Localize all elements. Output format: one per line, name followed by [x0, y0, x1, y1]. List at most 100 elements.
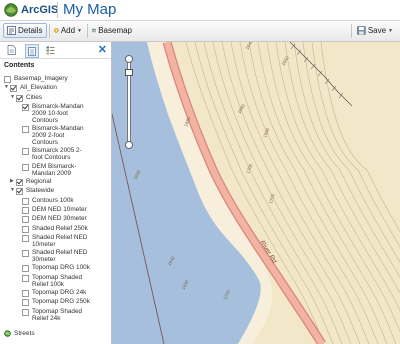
layer-label: Topomap Shaded Relief 100k [32, 273, 83, 288]
layer-checkbox[interactable] [16, 94, 23, 102]
layer-label: Shaded Relief 250k [32, 224, 88, 232]
chevron-down-icon: ▼ [388, 27, 393, 34]
layer-checkbox[interactable] [22, 163, 29, 171]
tab-contents[interactable] [25, 44, 39, 58]
layer-item[interactable]: ▼ Statewide [0, 187, 114, 196]
map-title: My Map [63, 1, 117, 18]
toolbar-divider [49, 24, 50, 38]
close-icon[interactable]: ✕ [98, 43, 107, 56]
layer-checkbox[interactable] [22, 265, 29, 273]
save-button[interactable]: Save ▼ [354, 23, 396, 38]
layer-checkbox[interactable] [22, 206, 29, 214]
tab-about[interactable] [5, 44, 17, 56]
layer-item[interactable]: Topomap DRG 100k [0, 264, 126, 273]
layer-label: Shaded Relief NED 30meter [32, 249, 88, 264]
toolbar-divider [351, 24, 352, 38]
layer-checkbox[interactable] [22, 234, 29, 242]
details-label: Details [18, 26, 43, 35]
header-divider [57, 2, 58, 18]
layer-item[interactable]: Bismarck 2005 2-foot Contours [0, 147, 126, 161]
layer-label: Cities [26, 93, 42, 101]
map-canvas[interactable]: River Rd 1640165016601670168016901700170… [112, 42, 400, 344]
layer-item[interactable]: DEM NED 10meter [0, 206, 126, 214]
layer-checkbox[interactable] [22, 308, 29, 316]
layer-label: Statewide [26, 187, 55, 195]
layer-label: Shaded Relief NED 10meter [32, 233, 88, 248]
arcgis-logo-icon [4, 3, 18, 17]
layer-item[interactable]: Shaded Relief NED 10meter [0, 234, 126, 248]
layer-item[interactable]: ▼ All_Elevation [0, 84, 108, 93]
expand-right-icon[interactable]: ▶ [10, 178, 15, 185]
layer-checkbox[interactable] [22, 103, 29, 111]
app-header: ArcGIS My Map [0, 0, 400, 21]
expand-down-icon[interactable]: ▼ [10, 187, 15, 194]
layer-item[interactable]: Topomap DRG 250k [0, 298, 126, 307]
layer-item[interactable]: Shaded Relief 250k [0, 225, 126, 233]
layer-item[interactable]: DEM NED 30meter [0, 215, 126, 224]
zoom-slider-handle[interactable] [125, 69, 133, 76]
add-button[interactable]: Add ▼ [51, 23, 85, 38]
details-button[interactable]: Details [3, 23, 47, 38]
layer-checkbox[interactable] [16, 188, 23, 196]
basemap-grid-icon [92, 28, 96, 33]
layer-checkbox[interactable] [22, 216, 29, 224]
layer-label: Bismarck 2005 2-foot Contours [32, 147, 82, 162]
layer-label: Bismarck-Mandan 2009 10-foot Contours [32, 102, 84, 124]
layer-label: DEM NED 30meter [32, 215, 87, 223]
basemap-entry[interactable]: Streets [4, 330, 35, 337]
document-icon [7, 45, 16, 55]
details-icon [7, 26, 16, 35]
layer-label: Topomap Shaded Relief 24k [32, 307, 83, 322]
brand-label: ArcGIS [21, 4, 59, 16]
layer-checkbox[interactable] [4, 76, 11, 83]
add-label: Add [60, 26, 76, 35]
layer-checkbox[interactable] [10, 85, 17, 93]
layer-label: Contours 100k [32, 196, 74, 204]
layer-label: DEM NED 10meter [32, 205, 87, 213]
layer-label: All_Elevation [20, 84, 57, 92]
layer-checkbox[interactable] [22, 274, 29, 282]
layer-tree: Basemap_Imagery ▼ All_Elevation ▼ Cities Bism… [0, 75, 111, 322]
layer-item[interactable]: Topomap Shaded Relief 24k [0, 308, 126, 322]
save-icon [357, 26, 366, 35]
layer-checkbox[interactable] [22, 250, 29, 258]
contents-icon [28, 46, 36, 56]
layer-item[interactable]: Bismarck-Mandan 2009 10-foot Contours [0, 103, 126, 124]
basemap-entry-label: Streets [14, 330, 35, 337]
layer-checkbox[interactable] [22, 148, 29, 156]
layer-item[interactable]: Shaded Relief NED 30meter [0, 249, 126, 263]
layer-item[interactable]: DEM Bismarck-Mandan 2009 [0, 163, 126, 177]
toolbar-divider [87, 24, 88, 38]
expand-down-icon[interactable]: ▼ [10, 94, 15, 101]
layer-label: DEM Bismarck-Mandan 2009 [32, 162, 77, 177]
basemap-button[interactable]: Basemap [89, 23, 135, 38]
layer-item[interactable]: ▼ Cities [0, 94, 114, 102]
zoom-in-button[interactable] [125, 55, 133, 63]
layer-item[interactable]: Bismarck-Mandan 2009 2-foot Contours [0, 125, 126, 146]
map-view[interactable]: River Rd 1640165016601670168016901700170… [112, 42, 400, 344]
layer-item[interactable]: Topomap Shaded Relief 100k [0, 274, 126, 288]
layer-checkbox[interactable] [16, 179, 23, 187]
layer-item[interactable]: Topomap DRG 24k [0, 289, 126, 298]
layer-label: Bismarck-Mandan 2009 2-foot Contours [32, 125, 84, 147]
add-icon [54, 28, 59, 33]
layer-checkbox[interactable] [22, 126, 29, 134]
globe-icon [4, 330, 11, 337]
contents-panel: ✕ Contents Basemap_Imagery ▼ All_Elevation… [0, 42, 112, 344]
layer-checkbox[interactable] [22, 197, 29, 205]
layer-item[interactable]: Contours 100k [0, 197, 126, 205]
panel-tabs: ✕ [0, 42, 111, 59]
contents-heading: Contents [4, 62, 35, 69]
layer-checkbox[interactable] [22, 225, 29, 233]
tab-legend[interactable] [44, 44, 56, 56]
chevron-down-icon: ▼ [77, 27, 82, 34]
layer-checkbox[interactable] [22, 290, 29, 298]
layer-label: Basemap_Imagery [14, 75, 68, 82]
layer-item[interactable]: Basemap_Imagery [0, 75, 108, 83]
zoom-out-button[interactable] [125, 141, 133, 149]
expand-down-icon[interactable]: ▼ [4, 84, 9, 91]
layer-checkbox[interactable] [22, 299, 29, 307]
layer-item[interactable]: ▶ Regional [0, 178, 114, 187]
layer-label: Topomap DRG 250k [32, 298, 90, 306]
toolbar: Details Add ▼ Basemap Save ▼ [0, 21, 400, 42]
